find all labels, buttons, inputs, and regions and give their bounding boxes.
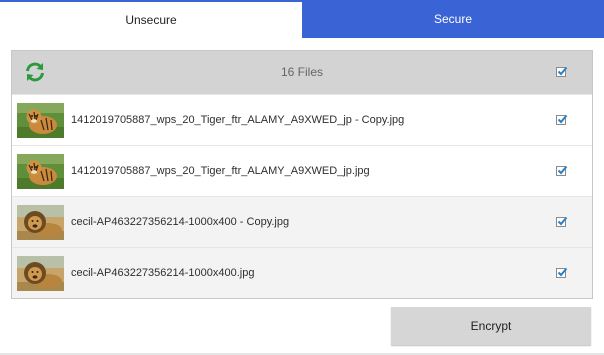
lion-thumbnail — [17, 256, 64, 291]
tab-secure[interactable]: Secure — [302, 0, 604, 38]
file-name: 1412019705887_wps_20_Tiger_ftr_ALAMY_A9X… — [71, 165, 370, 177]
tab-unsecure[interactable]: Unsecure — [0, 0, 302, 38]
file-list-header: 16 Files — [12, 51, 592, 94]
file-row[interactable]: cecil-AP463227356214-1000x400.jpg — [12, 247, 592, 298]
file-row[interactable]: cecil-AP463227356214-1000x400 - Copy.jpg — [12, 196, 592, 247]
checkbox-checked-icon — [557, 165, 568, 175]
encrypt-button[interactable]: Encrypt — [391, 307, 591, 345]
tiger-thumbnail — [17, 154, 64, 189]
checkbox-checked-icon — [557, 216, 568, 226]
file-name: cecil-AP463227356214-1000x400 - Copy.jpg — [71, 216, 290, 228]
checkbox-checked-icon — [557, 267, 568, 277]
lion-thumbnail — [17, 205, 64, 240]
tiger-thumbnail — [17, 103, 64, 138]
file-list-panel: 16 Files 1412019705887_wps_20_Tiger_ftr_… — [11, 50, 593, 299]
file-name: cecil-AP463227356214-1000x400.jpg — [71, 267, 255, 279]
files-count-label: 16 Files — [280, 65, 324, 79]
file-checkbox[interactable] — [556, 216, 568, 227]
file-row[interactable]: 1412019705887_wps_20_Tiger_ftr_ALAMY_A9X… — [12, 145, 592, 196]
file-checkbox[interactable] — [556, 165, 568, 176]
file-checkbox[interactable] — [556, 114, 568, 125]
select-all-checkbox[interactable] — [556, 66, 568, 77]
file-checkbox[interactable] — [556, 267, 568, 278]
file-name: 1412019705887_wps_20_Tiger_ftr_ALAMY_A9X… — [71, 114, 405, 126]
checkbox-checked-icon — [557, 114, 568, 124]
checkbox-checked-icon — [557, 66, 568, 76]
file-row[interactable]: 1412019705887_wps_20_Tiger_ftr_ALAMY_A9X… — [12, 94, 592, 145]
tab-bar: Unsecure Secure — [0, 0, 604, 38]
